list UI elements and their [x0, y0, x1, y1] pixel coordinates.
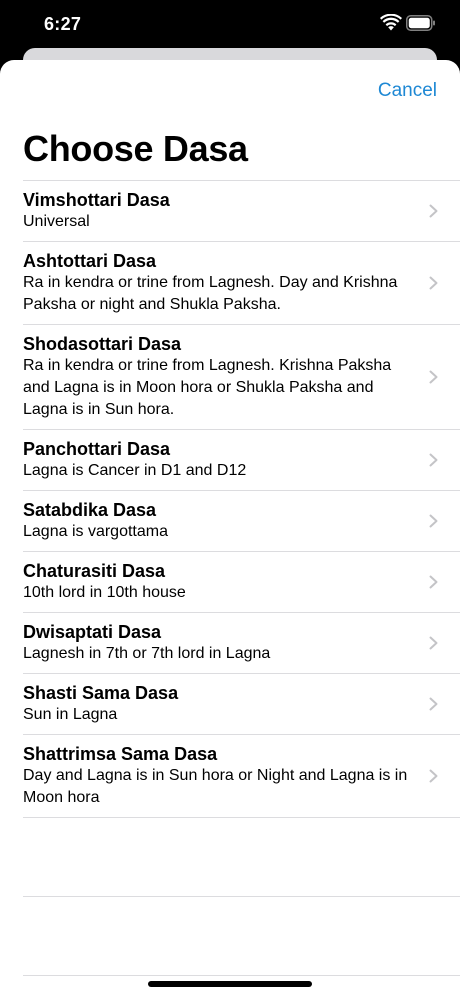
list-item-ashtottari[interactable]: Ashtottari Dasa Ra in kendra or trine fr… — [23, 242, 460, 325]
list-item-shodasottari[interactable]: Shodasottari Dasa Ra in kendra or trine … — [23, 325, 460, 430]
list-item-title: Shodasottari Dasa — [23, 334, 182, 354]
page-title: Choose Dasa — [23, 128, 248, 169]
list-item-title: Panchottari Dasa — [23, 439, 171, 459]
list-item-title: Satabdika Dasa — [23, 500, 157, 520]
chevron-right-icon — [429, 276, 438, 290]
chevron-right-icon — [429, 636, 438, 650]
list-item-subtitle: Ra in kendra or trine from Lagnesh. Kris… — [23, 357, 392, 418]
chevron-right-icon — [429, 204, 438, 218]
list-item-subtitle: Lagna is vargottama — [23, 523, 168, 540]
wifi-icon — [380, 14, 402, 31]
list-item-title: Vimshottari Dasa — [23, 190, 170, 210]
list-item-vimshottari[interactable]: Vimshottari Dasa Universal — [23, 181, 460, 242]
empty-row — [23, 897, 460, 976]
list-item-chaturasiti[interactable]: Chaturasiti Dasa 10th lord in 10th house — [23, 552, 460, 613]
list-item-shattrimsa-sama[interactable]: Shattrimsa Sama Dasa Day and Lagna is in… — [23, 735, 460, 818]
list-item-dwisaptati[interactable]: Dwisaptati Dasa Lagnesh in 7th or 7th lo… — [23, 613, 460, 674]
list-item-shasti-sama[interactable]: Shasti Sama Dasa Sun in Lagna — [23, 674, 460, 735]
choose-dasa-sheet: Cancel Choose Dasa Vimshottari Dasa Univ… — [0, 60, 460, 996]
list-item-subtitle: 10th lord in 10th house — [23, 584, 186, 601]
battery-icon — [406, 15, 435, 31]
dasa-list: Vimshottari Dasa Universal Ashtottari Da… — [23, 180, 460, 976]
chevron-right-icon — [429, 453, 438, 467]
chevron-right-icon — [429, 370, 438, 384]
list-item-title: Chaturasiti Dasa — [23, 561, 166, 581]
list-item-subtitle: Ra in kendra or trine from Lagnesh. Day … — [23, 274, 398, 313]
list-item-title: Shattrimsa Sama Dasa — [23, 744, 218, 764]
chevron-right-icon — [429, 697, 438, 711]
list-item-satabdika[interactable]: Satabdika Dasa Lagna is vargottama — [23, 491, 460, 552]
list-item-subtitle: Day and Lagna is in Sun hora or Night an… — [23, 767, 408, 806]
status-time: 6:27 — [44, 14, 82, 34]
list-item-subtitle: Universal — [23, 213, 90, 230]
list-item-subtitle: Lagnesh in 7th or 7th lord in Lagna — [23, 645, 271, 662]
list-item-title: Dwisaptati Dasa — [23, 622, 162, 642]
chevron-right-icon — [429, 514, 438, 528]
list-item-subtitle: Sun in Lagna — [23, 706, 118, 723]
chevron-right-icon — [429, 769, 438, 783]
status-bar: 6:27 — [0, 0, 460, 48]
chevron-right-icon — [429, 575, 438, 589]
list-item-subtitle: Lagna is Cancer in D1 and D12 — [23, 462, 247, 479]
cancel-button[interactable]: Cancel — [378, 80, 437, 102]
home-indicator[interactable] — [148, 981, 312, 987]
list-item-title: Ashtottari Dasa — [23, 251, 157, 271]
empty-row — [23, 818, 460, 897]
list-item-title: Shasti Sama Dasa — [23, 683, 179, 703]
list-item-panchottari[interactable]: Panchottari Dasa Lagna is Cancer in D1 a… — [23, 430, 460, 491]
